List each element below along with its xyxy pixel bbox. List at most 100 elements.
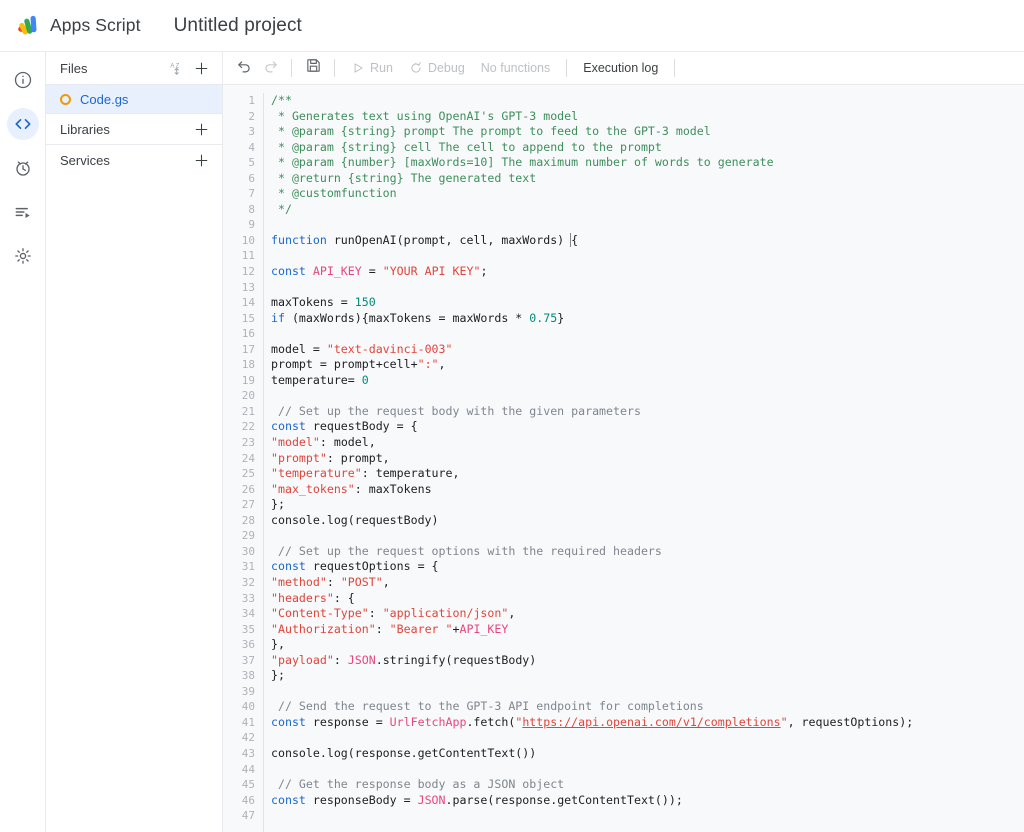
execution-log-label: Execution log: [583, 61, 659, 75]
code-token: 150: [354, 295, 376, 310]
line-number: 23: [241, 436, 255, 450]
redo-button[interactable]: [257, 55, 283, 81]
sidebar-item-editor[interactable]: [6, 108, 39, 140]
sidebar-item-triggers[interactable]: [7, 152, 39, 184]
line-number: 39: [241, 684, 255, 698]
code-token: : model,: [319, 435, 376, 450]
line-number: 16: [241, 327, 255, 341]
line-number: 27: [241, 498, 255, 512]
code-token: "Authorization": [271, 621, 376, 636]
code-token: * Generates text using OpenAI's GPT-3 mo…: [271, 108, 579, 123]
code-token: const: [271, 264, 306, 279]
sidebar-item-overview[interactable]: [7, 64, 39, 96]
code-line: const responseBody = JSON.parse(response…: [271, 793, 1024, 809]
undo-button[interactable]: [231, 55, 257, 81]
code-line: const API_KEY = "YOUR API KEY";: [271, 264, 1024, 280]
sidebar-item-project-settings[interactable]: [7, 240, 39, 272]
code-token: // Set up the request body with the give…: [271, 403, 641, 418]
code-line: * @param {number} [maxWords=10] The maxi…: [271, 155, 1024, 171]
code-icon: [13, 114, 33, 134]
line-number: 15: [241, 311, 255, 325]
sidebar-item-libraries[interactable]: Libraries: [46, 113, 222, 144]
code-line: const requestBody = {: [271, 419, 1024, 435]
line-number: 3: [248, 125, 255, 139]
code-editor[interactable]: 1 2 3 4 5 6 7 8 9 10 11 12 13 14 15 16 17 18 19 20 21 22 23 24 2…: [223, 85, 1024, 832]
code-token: API_KEY: [312, 264, 362, 279]
function-selector[interactable]: No functions: [473, 55, 558, 81]
code-token: runOpenAI(prompt, cell, maxWords): [326, 232, 572, 247]
code-token: :: [326, 574, 341, 589]
execution-log-button[interactable]: Execution log: [575, 55, 666, 81]
list-item[interactable]: Code.gs: [46, 85, 222, 113]
code-token: .stringify(requestBody): [375, 652, 537, 667]
code-token: * @param {number} [maxWords=10] The maxi…: [271, 155, 774, 170]
apps-script-logo[interactable]: [14, 12, 42, 40]
code-line: "payload": JSON.stringify(requestBody): [271, 653, 1024, 669]
line-number: 36: [241, 638, 255, 652]
line-number: 1: [248, 94, 255, 107]
editor-toolbar: Run Debug No functions Execution log: [223, 52, 1024, 85]
project-title[interactable]: Untitled project: [174, 15, 302, 37]
code-line: const requestOptions = {: [271, 559, 1024, 575]
code-token: ,: [508, 606, 516, 621]
code-line: "temperature": temperature,: [271, 466, 1024, 482]
run-button[interactable]: Run: [343, 55, 401, 81]
code-content[interactable]: /** * Generates text using OpenAI's GPT-…: [264, 93, 1024, 832]
line-number: 46: [241, 793, 255, 807]
line-number: 42: [241, 731, 255, 745]
code-line: "headers": {: [271, 591, 1024, 607]
line-number: 26: [241, 482, 255, 496]
sort-az-icon[interactable]: A Z: [166, 57, 188, 79]
line-number: 25: [241, 467, 255, 481]
code-token: const: [271, 419, 306, 434]
files-list: Code.gs: [46, 85, 222, 113]
code-token: requestBody = {: [305, 419, 418, 434]
line-number: 2: [248, 109, 255, 123]
code-line: "max_tokens": maxTokens: [271, 482, 1024, 498]
code-token: JSON: [417, 792, 446, 807]
code-token: */: [271, 201, 292, 216]
code-token: response =: [305, 714, 390, 729]
code-token: {: [570, 232, 579, 247]
app-name: Apps Script: [50, 15, 141, 35]
line-number: 30: [241, 544, 255, 558]
left-nav-rail: [0, 52, 46, 832]
save-button[interactable]: [300, 55, 326, 81]
code-token: "headers": [271, 590, 334, 605]
add-service-button[interactable]: [190, 149, 212, 171]
code-token: ;: [480, 264, 488, 279]
code-line: temperature= 0: [271, 373, 1024, 389]
code-token: .fetch(: [466, 714, 516, 729]
code-token: "Bearer ": [389, 621, 453, 636]
line-number: 4: [248, 140, 255, 154]
sidebar-item-executions[interactable]: [7, 196, 39, 228]
code-line: "method": "POST",: [271, 575, 1024, 591]
top-bar: Apps Script Untitled project: [0, 0, 1024, 52]
line-number: 14: [241, 296, 255, 310]
code-line: const response = UrlFetchApp.fetch("http…: [271, 715, 1024, 731]
code-token: :: [368, 606, 383, 621]
add-file-button[interactable]: [190, 57, 212, 79]
code-token: };: [271, 668, 285, 683]
code-token: .parse(response.getContentText());: [445, 792, 683, 807]
sidebar-item-services[interactable]: Services: [46, 144, 222, 175]
run-label: Run: [370, 61, 393, 75]
code-token: "application/json": [382, 606, 509, 621]
code-token: * @param {string} prompt The prompt to f…: [271, 124, 711, 139]
line-number: 29: [241, 529, 255, 543]
services-label: Services: [60, 152, 110, 168]
debug-button[interactable]: Debug: [401, 55, 473, 81]
code-token: 0: [361, 372, 369, 387]
editor-area: Run Debug No functions Execution log 1 2…: [223, 52, 1024, 832]
code-token: "payload": [271, 652, 334, 667]
code-line: prompt = prompt+cell+":",: [271, 357, 1024, 373]
svg-text:A: A: [170, 63, 174, 69]
add-library-button[interactable]: [190, 118, 212, 140]
code-token[interactable]: https://api.openai.com/v1/completions: [522, 715, 780, 729]
code-token: console.log(requestBody): [271, 512, 439, 527]
code-line: */: [271, 202, 1024, 218]
code-line: function runOpenAI(prompt, cell, maxWord…: [271, 232, 1024, 249]
